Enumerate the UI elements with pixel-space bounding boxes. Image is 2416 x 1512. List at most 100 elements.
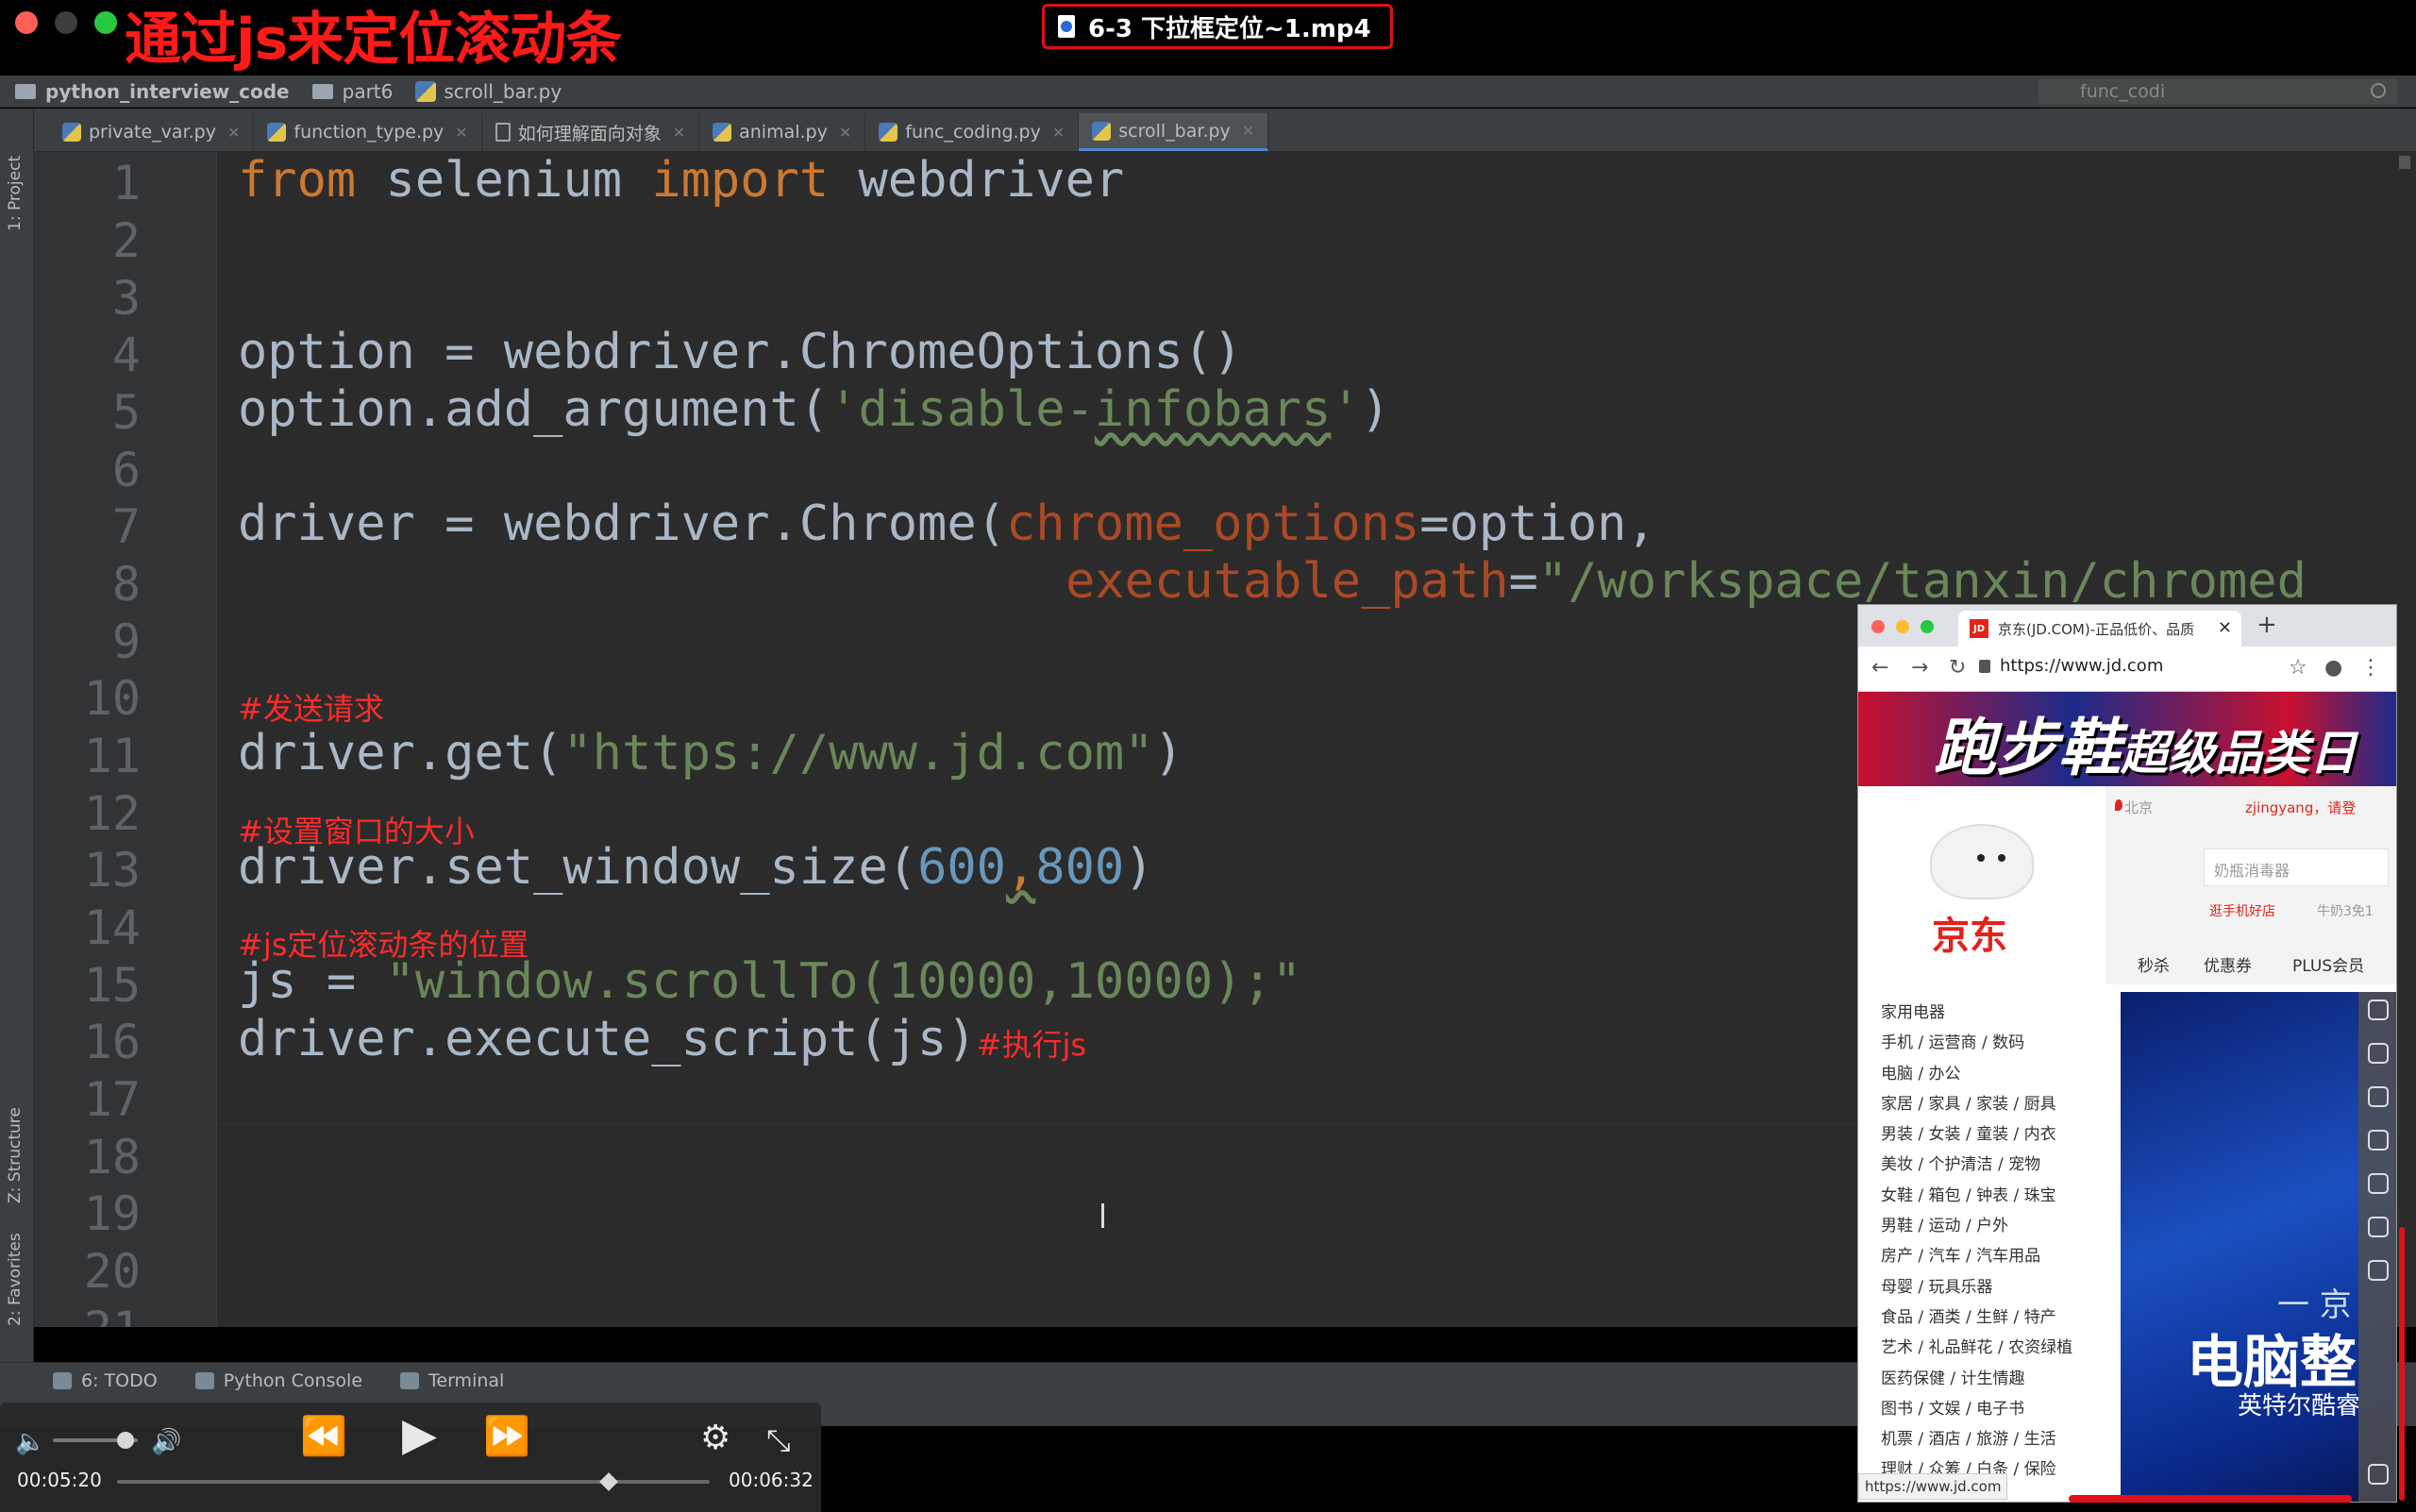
city-selector[interactable]: 北京	[2124, 798, 2153, 817]
profile-icon[interactable]: ●	[2324, 656, 2342, 680]
user-login-link[interactable]: zjingyang，请登	[2245, 798, 2356, 817]
category-item[interactable]: 艺术 / 礼品鲜花 / 农资绿植	[1881, 1333, 2113, 1363]
maximize-window-button[interactable]	[94, 11, 117, 34]
settings-gear-icon[interactable]: ⚙	[700, 1420, 730, 1457]
project-tool-button[interactable]: 1: Project	[6, 156, 25, 231]
playback-progress-knob[interactable]	[599, 1472, 619, 1491]
breadcrumb-project-label: python_interview_code	[45, 79, 290, 103]
new-tab-button[interactable]: +	[2257, 611, 2277, 639]
tab-func-coding[interactable]: func_coding.py ✕	[865, 113, 1080, 151]
browser-maximize-button[interactable]	[1921, 620, 1934, 633]
video-player-controls: 🔈 🔊 ⏪ ▶ ⏩ ⚙ ⤡ 00:05:20 00:06:32	[0, 1403, 821, 1512]
volume-low-icon[interactable]: 🔈	[15, 1423, 45, 1461]
category-item[interactable]: 机票 / 酒店 / 旅游 / 生活	[1881, 1424, 2113, 1454]
close-tab-icon[interactable]: ✕	[839, 124, 851, 142]
todo-tool-button[interactable]: 6: TODO	[53, 1370, 158, 1391]
line-number: 3	[111, 271, 141, 326]
browser-close-button[interactable]	[1871, 620, 1885, 633]
breadcrumb-folder[interactable]: part6	[311, 80, 393, 103]
heart-icon[interactable]	[2368, 1086, 2389, 1107]
lesson-overlay-title: 通过js来定位滚动条	[125, 7, 622, 73]
editor-scroll-marker[interactable]	[2399, 156, 2410, 169]
line-number: 16	[83, 1015, 141, 1069]
category-item[interactable]: 男鞋 / 运动 / 户外	[1881, 1211, 2113, 1241]
close-tab-icon[interactable]: ✕	[673, 124, 685, 142]
category-item[interactable]: 房产 / 汽车 / 汽车用品	[1881, 1241, 2113, 1271]
close-tab-icon[interactable]: ✕	[455, 124, 467, 142]
menu-kebab-icon[interactable]: ⋮	[2360, 656, 2381, 680]
python-file-icon	[713, 123, 732, 142]
nav-link-plus[interactable]: PLUS会员	[2292, 952, 2364, 976]
red-highlight-scrollbar	[2399, 1227, 2405, 1501]
category-item[interactable]: 家居 / 家具 / 家装 / 厨具	[1881, 1089, 2113, 1119]
line-number: 7	[111, 499, 141, 554]
category-item[interactable]: 女鞋 / 箱包 / 钟表 / 珠宝	[1881, 1181, 2113, 1211]
structure-tool-button[interactable]: Z: Structure	[6, 1107, 25, 1203]
category-item[interactable]: 医药保健 / 计生情趣	[1881, 1364, 2113, 1394]
reload-icon[interactable]: ↻	[1949, 656, 1966, 680]
tab-oop-notes[interactable]: 如何理解面向对象 ✕	[482, 113, 700, 151]
exit-fullscreen-icon[interactable]: ⤡	[766, 1421, 791, 1459]
cart-icon[interactable]	[2368, 1043, 2389, 1064]
search-icon[interactable]	[2371, 83, 2386, 98]
category-item[interactable]: 美妆 / 个护清洁 / 宠物	[1881, 1150, 2113, 1180]
category-item[interactable]: 手机 / 运营商 / 数码	[1881, 1028, 2113, 1058]
address-bar[interactable]: https://www.jd.com	[2000, 656, 2163, 676]
history-icon[interactable]	[2368, 1130, 2389, 1151]
category-item[interactable]: 家用电器	[1881, 998, 2113, 1028]
back-to-top-icon[interactable]	[2368, 1464, 2389, 1485]
video-file-name: 6-3 下拉框定位~1.mp4	[1088, 14, 1371, 43]
volume-high-icon[interactable]: 🔊	[151, 1423, 181, 1461]
service-icon[interactable]	[2368, 1217, 2389, 1237]
code-line-8: executable_path="/workspace/tanxin/chrom…	[1065, 553, 2307, 610]
category-item[interactable]: 图书 / 文娱 / 电子书	[1881, 1394, 2113, 1424]
user-icon[interactable]	[2368, 1000, 2389, 1020]
back-arrow-icon[interactable]: ←	[1871, 656, 1888, 680]
jd-search-input[interactable]: 奶瓶消毒器	[2204, 848, 2389, 886]
category-item[interactable]: 食品 / 酒类 / 生鲜 / 特产	[1881, 1302, 2113, 1333]
promo-banner[interactable]: 跑步鞋超级品类日	[1858, 692, 2396, 786]
python-console-button[interactable]: Python Console	[194, 1370, 362, 1391]
close-window-button[interactable]	[15, 11, 38, 34]
minimize-window-button[interactable]	[55, 11, 77, 34]
breadcrumb-file[interactable]: scroll_bar.py	[415, 80, 562, 103]
favorites-tool-button[interactable]: 2: Favorites	[6, 1233, 25, 1326]
category-item[interactable]: 母婴 / 玩具乐器	[1881, 1272, 2113, 1302]
close-tab-icon[interactable]: ✕	[227, 124, 240, 142]
category-item[interactable]: 电脑 / 办公	[1881, 1059, 2113, 1089]
elapsed-time: 00:05:20	[17, 1469, 102, 1491]
tab-scroll-bar[interactable]: scroll_bar.py ✕	[1079, 113, 1269, 151]
run-config-search[interactable]: func_codi	[2038, 78, 2397, 105]
play-icon[interactable]: ▶	[402, 1412, 437, 1457]
close-tab-icon[interactable]: ✕	[1242, 122, 1254, 140]
tab-function-type[interactable]: function_type.py ✕	[254, 113, 482, 151]
close-tab-icon[interactable]: ✕	[2218, 618, 2232, 638]
message-icon[interactable]	[2368, 1173, 2389, 1194]
tab-private-var[interactable]: private_var.py ✕	[49, 113, 255, 151]
line-number: 10	[83, 671, 141, 726]
nav-link-coupons[interactable]: 优惠券	[2204, 952, 2252, 976]
close-tab-icon[interactable]: ✕	[1052, 124, 1065, 142]
feedback-icon[interactable]	[2368, 1260, 2389, 1281]
volume-slider-knob[interactable]	[116, 1432, 134, 1449]
browser-tab-jd[interactable]: JD 京东(JD.COM)-正品低价、品质 ✕	[1958, 611, 2241, 647]
hot-search-link[interactable]: 牛奶3免1	[2317, 901, 2374, 920]
run-config-value: func_codi	[2080, 81, 2166, 102]
browser-minimize-button[interactable]	[1896, 620, 1909, 633]
hot-search-link[interactable]: 逛手机好店	[2209, 901, 2275, 920]
category-item[interactable]: 男装 / 女装 / 童装 / 内衣	[1881, 1119, 2113, 1150]
window-titlebar: 通过js来定位滚动条 6-3 下拉框定位~1.mp4	[0, 0, 2416, 76]
jd-favicon: JD	[1970, 619, 1988, 638]
forward-arrow-icon[interactable]: →	[1911, 656, 1928, 680]
rewind-icon[interactable]: ⏪	[300, 1418, 347, 1455]
jd-logo[interactable]: 京东	[1858, 786, 2106, 984]
tab-label: scroll_bar.py	[1118, 120, 1231, 142]
laptop-promo-carousel[interactable]: 一 京 电脑整 英特尔酷睿	[2121, 992, 2396, 1502]
playback-progress-bar[interactable]	[117, 1480, 710, 1484]
tab-animal[interactable]: animal.py ✕	[699, 113, 866, 151]
breadcrumb-project[interactable]: python_interview_code	[15, 80, 290, 103]
bookmark-star-icon[interactable]: ☆	[2289, 656, 2307, 680]
fast-forward-icon[interactable]: ⏩	[483, 1418, 530, 1455]
terminal-button[interactable]: Terminal	[400, 1370, 504, 1391]
nav-link-seckill[interactable]: 秒杀	[2138, 952, 2170, 976]
